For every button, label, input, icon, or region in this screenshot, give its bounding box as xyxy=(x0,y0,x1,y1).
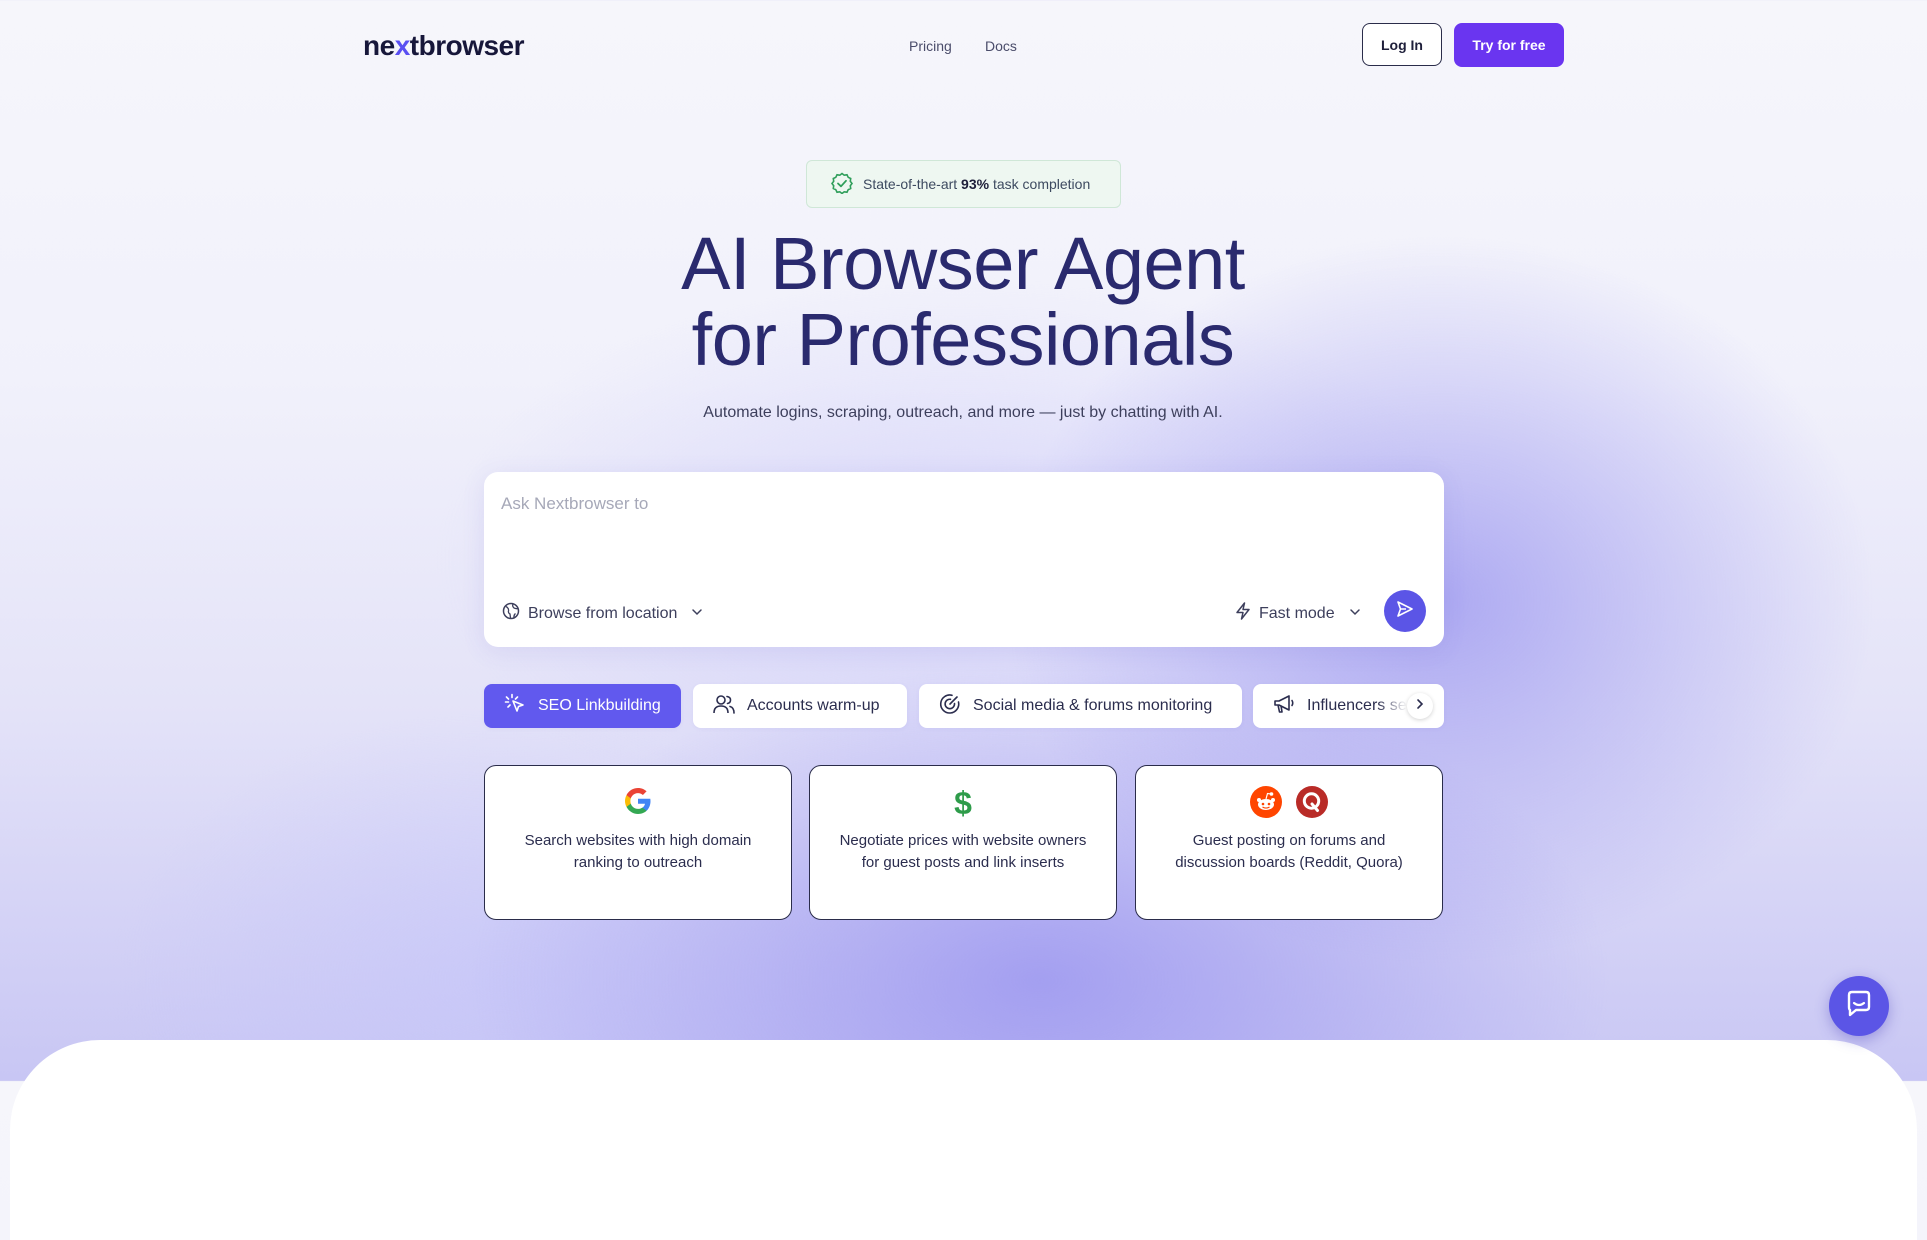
prompt-input[interactable] xyxy=(501,494,1401,514)
chat-widget-button[interactable] xyxy=(1829,976,1889,1036)
globe-icon xyxy=(502,602,520,625)
google-icon xyxy=(623,786,653,820)
quora-icon xyxy=(1296,786,1328,820)
chevron-right-icon xyxy=(1415,697,1425,715)
bottom-section-panel xyxy=(10,1040,1917,1240)
hero-subtitle: Automate logins, scraping, outreach, and… xyxy=(703,404,1223,421)
try-for-free-button[interactable]: Try for free xyxy=(1454,23,1564,67)
hero-title: AI Browser Agent for Professionals xyxy=(681,222,1245,381)
lightning-icon xyxy=(1235,602,1251,625)
login-button[interactable]: Log In xyxy=(1362,23,1442,66)
megaphone-icon xyxy=(1273,693,1295,720)
card-text: Guest posting on forums and discussion b… xyxy=(1175,832,1403,871)
radar-icon xyxy=(939,693,961,720)
reddit-icon xyxy=(1250,786,1282,820)
chevron-down-icon xyxy=(1349,605,1361,623)
browse-location-dropdown[interactable]: Browse from location xyxy=(502,602,703,625)
nav-docs-link[interactable]: Docs xyxy=(985,38,1017,54)
send-button[interactable] xyxy=(1384,590,1426,632)
chevron-down-icon xyxy=(691,605,703,623)
nav-pricing-link[interactable]: Pricing xyxy=(909,38,952,54)
logo[interactable]: nextbrowser xyxy=(363,30,525,62)
tab-seo-linkbuilding[interactable]: SEO Linkbuilding xyxy=(484,684,681,728)
completion-badge: State-of-the-art 93% task completion xyxy=(806,160,1121,208)
tabs-scroll-right-button[interactable] xyxy=(1407,693,1433,719)
tab-accounts-warm-up[interactable]: Accounts warm-up xyxy=(693,684,907,728)
check-circle-icon xyxy=(830,171,854,197)
cursor-click-icon xyxy=(504,693,526,720)
badge-text: State-of-the-art 93% task completion xyxy=(863,176,1091,192)
fast-mode-dropdown[interactable]: Fast mode xyxy=(1235,602,1361,625)
use-case-card[interactable]: Guest posting on forums and discussion b… xyxy=(1135,765,1443,920)
send-icon xyxy=(1396,600,1414,623)
dollar-icon: $ xyxy=(954,785,972,821)
tab-social-media-monitoring[interactable]: Social media & forums monitoring xyxy=(919,684,1242,728)
card-text: Search websites with high domain ranking… xyxy=(524,832,752,871)
use-case-card[interactable]: $ Negotiate prices with website owners f… xyxy=(809,765,1117,920)
users-icon xyxy=(713,693,735,720)
use-case-card[interactable]: Search websites with high domain ranking… xyxy=(484,765,792,920)
chat-bubble-icon xyxy=(1844,989,1874,1024)
card-text: Negotiate prices with website owners for… xyxy=(839,832,1087,871)
prompt-box: Browse from location Fast mode xyxy=(484,472,1444,647)
